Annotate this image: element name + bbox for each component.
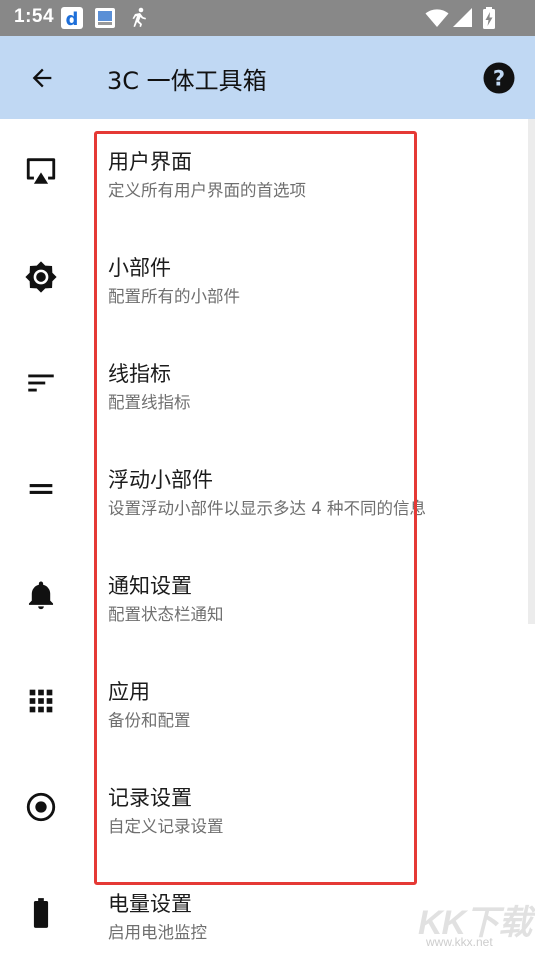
list-item-user-interface[interactable]: 用户界面 定义所有用户界面的首选项 [0, 119, 535, 225]
svg-text:d: d [66, 9, 79, 30]
item-title: 用户界面 [108, 150, 192, 174]
list-item-floating-widgets[interactable]: 浮动小部件 设置浮动小部件以显示多达 4 种不同的信息 [0, 437, 535, 543]
item-subtitle: 配置状态栏通知 [108, 605, 224, 624]
battery-icon [23, 895, 59, 931]
d-app-icon: d [60, 6, 84, 30]
watermark: KK下载 www.kkx.net [410, 893, 535, 951]
running-icon [126, 6, 150, 30]
item-subtitle: 设置浮动小部件以显示多达 4 种不同的信息 [108, 499, 426, 518]
sort-lines-icon [23, 365, 59, 401]
status-bar: 1:54 d [0, 0, 535, 36]
app-bar: 3C 一体工具箱 ? [0, 36, 535, 119]
list-item-widgets[interactable]: 小部件 配置所有的小部件 [0, 225, 535, 331]
cast-screen-icon [23, 153, 59, 189]
svg-text:?: ? [493, 67, 505, 91]
item-title: 电量设置 [108, 892, 192, 916]
photo-app-icon [93, 6, 117, 30]
arrow-back-icon [32, 68, 52, 88]
help-button[interactable]: ? [481, 60, 517, 96]
wifi-icon [425, 6, 449, 30]
settings-list: 用户界面 定义所有用户界面的首选项 小部件 配置所有的小部件 线指标 配置线指标 [0, 119, 535, 951]
item-title: 线指标 [108, 362, 171, 386]
item-title: 小部件 [108, 256, 171, 280]
status-time: 1:54 [14, 6, 55, 27]
signal-icon [451, 6, 475, 30]
app-title: 3C 一体工具箱 [107, 67, 267, 95]
watermark-url: www.kkx.net [426, 935, 493, 949]
item-subtitle: 自定义记录设置 [108, 817, 224, 836]
apps-grid-icon [23, 683, 59, 719]
list-item-line-indicators[interactable]: 线指标 配置线指标 [0, 331, 535, 437]
item-title: 应用 [108, 680, 150, 704]
bell-icon [23, 577, 59, 613]
item-subtitle: 备份和配置 [108, 711, 191, 730]
list-item-notification-settings[interactable]: 通知设置 配置状态栏通知 [0, 543, 535, 649]
item-subtitle: 配置线指标 [108, 393, 191, 412]
battery-charging-icon [477, 6, 501, 30]
list-item-apps[interactable]: 应用 备份和配置 [0, 649, 535, 755]
equals-icon [23, 471, 59, 507]
item-subtitle: 定义所有用户界面的首选项 [108, 181, 306, 200]
item-title: 记录设置 [108, 786, 192, 810]
list-item-record-settings[interactable]: 记录设置 自定义记录设置 [0, 755, 535, 861]
item-title: 通知设置 [108, 574, 192, 598]
item-subtitle: 启用电池监控 [108, 923, 207, 942]
item-subtitle: 配置所有的小部件 [108, 287, 240, 306]
help-icon: ? [483, 62, 515, 94]
scrollbar[interactable] [528, 119, 535, 624]
item-title: 浮动小部件 [108, 468, 213, 492]
record-circle-icon [23, 789, 59, 825]
back-button[interactable] [22, 58, 62, 98]
brightness-gear-icon [23, 259, 59, 295]
